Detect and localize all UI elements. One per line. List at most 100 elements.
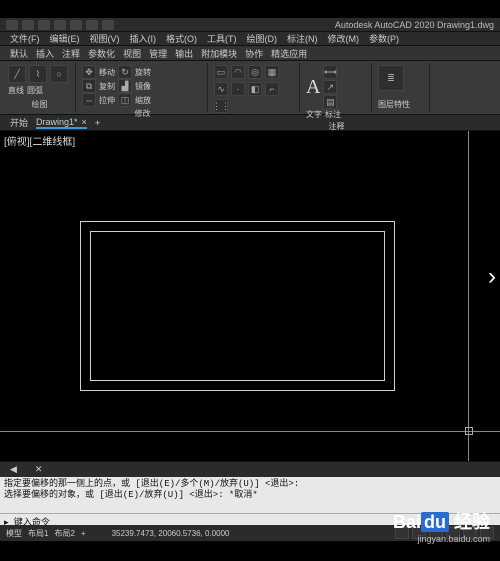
move-icon[interactable]: ✥ <box>82 65 96 79</box>
menu-edit[interactable]: 编辑(E) <box>50 32 80 45</box>
rotate-label: 旋转 <box>135 67 151 78</box>
copy-label: 复制 <box>99 81 115 92</box>
tab-default[interactable]: 默认 <box>10 47 28 60</box>
scale-icon[interactable]: ◫ <box>118 93 132 107</box>
tab-drawing1-label: Drawing1* <box>36 117 78 127</box>
rotate-icon[interactable]: ↻ <box>118 65 132 79</box>
tab-close-icon[interactable]: × <box>82 117 87 127</box>
tab-drawing1[interactable]: Drawing1* × <box>36 117 87 129</box>
menu-insert[interactable]: 插入(I) <box>130 32 157 45</box>
dim-linear-icon[interactable]: ⟷ <box>323 65 337 79</box>
fillet-icon[interactable]: ⌐ <box>265 82 279 96</box>
stretch-icon[interactable]: ⇔ <box>82 93 96 107</box>
menu-param[interactable]: 参数(P) <box>369 32 399 45</box>
panel-layer: ≣ 图层特性 <box>374 63 430 112</box>
status-coords: 35239.7473, 20060.5736, 0.0000 <box>112 529 230 538</box>
scale-label: 缩放 <box>135 95 151 106</box>
dim-label: 标注 <box>325 109 341 120</box>
tab-add-icon[interactable]: + <box>95 118 100 128</box>
text-tool-icon[interactable]: A <box>306 76 320 99</box>
menu-tools[interactable]: 工具(T) <box>207 32 237 45</box>
cmd-line-1: 指定要偏移的那一侧上的点，或 [退出(E)/多个(M)/放弃(U)] <退出>: <box>4 479 496 490</box>
next-arrow-icon[interactable]: › <box>488 263 496 291</box>
panel-annotate: A ⟷ ↗ ▤ 文字 标注 注释 <box>302 63 372 112</box>
layout-arrow-left-icon[interactable]: ◀ <box>10 464 17 475</box>
hatch-icon[interactable]: ▦ <box>265 65 279 79</box>
panel-draw: ╱ ⌇ ○ 直线 圆弧 绘图 <box>4 63 76 112</box>
mirror-label: 镜像 <box>135 81 151 92</box>
circle-tool-icon[interactable]: ○ <box>50 65 68 83</box>
qat-saveas-icon[interactable] <box>54 20 66 30</box>
region-icon[interactable]: ◧ <box>248 82 262 96</box>
mirror-icon[interactable]: ▟ <box>118 79 132 93</box>
copy-icon[interactable]: ⧉ <box>82 79 96 93</box>
panel-draw-label: 绘图 <box>8 98 71 110</box>
panel-shapes: ▭ ◠ ◎ ▦ ∿ · ◧ ⌐ ⋮⋮ <box>210 63 300 112</box>
cmd-prompt-icon: ▸ <box>4 518 14 528</box>
tab-addins[interactable]: 附加模块 <box>201 47 237 60</box>
layer-props-icon[interactable]: ≣ <box>378 65 404 91</box>
polyline-tool-icon[interactable]: ⌇ <box>29 65 47 83</box>
point-icon[interactable]: · <box>231 82 245 96</box>
tab-view[interactable]: 视图 <box>123 47 141 60</box>
wm-du: du <box>421 512 449 532</box>
tab-start-label: 开始 <box>10 116 28 129</box>
menu-file[interactable]: 文件(F) <box>10 32 40 45</box>
arc-label: 圆弧 <box>27 85 43 96</box>
menubar: 文件(F) 编辑(E) 视图(V) 插入(I) 格式(O) 工具(T) 绘图(D… <box>0 32 500 46</box>
table-icon[interactable]: ▤ <box>323 95 337 109</box>
status-layout1-tab[interactable]: 布局1 <box>28 528 48 539</box>
status-add-icon[interactable]: + <box>81 529 86 538</box>
line-tool-icon[interactable]: ╱ <box>8 65 26 83</box>
tab-parametric[interactable]: 参数化 <box>88 47 115 60</box>
arc-icon[interactable]: ◠ <box>231 65 245 79</box>
menu-view[interactable]: 视图(V) <box>90 32 120 45</box>
menu-modify[interactable]: 修改(M) <box>328 32 360 45</box>
tab-output[interactable]: 输出 <box>175 47 193 60</box>
layout-close-icon[interactable]: ✕ <box>35 464 43 475</box>
stretch-label: 拉伸 <box>99 95 115 106</box>
tab-collab[interactable]: 协作 <box>245 47 263 60</box>
qat-undo-icon[interactable] <box>86 20 98 30</box>
tab-annotate[interactable]: 注释 <box>62 47 80 60</box>
cmd-prompt-label: 键入命令 <box>14 518 50 528</box>
view-label[interactable]: [俯视][二维线框] <box>4 133 75 148</box>
menu-format[interactable]: 格式(O) <box>166 32 197 45</box>
text-label: 文字 <box>306 109 322 120</box>
crosshair-vertical <box>468 131 469 461</box>
array-icon[interactable]: ⋮⋮ <box>214 99 228 113</box>
cmd-line-2: 选择要偏移的对象，或 [退出(E)/放弃(U)] <退出>: *取消* <box>4 490 496 501</box>
tab-insert[interactable]: 插入 <box>36 47 54 60</box>
tab-manage[interactable]: 管理 <box>149 47 167 60</box>
tab-start[interactable]: 开始 <box>10 116 28 129</box>
panel-modify: ✥移动 ↻旋转 ⧉复制 ▟镜像 ⇔拉伸 ◫缩放 修改 <box>78 63 208 112</box>
leader-icon[interactable]: ↗ <box>323 80 337 94</box>
drawing-canvas[interactable]: [俯视][二维线框] <box>0 131 500 461</box>
qat-redo-icon[interactable] <box>102 20 114 30</box>
qat-save-icon[interactable] <box>38 20 50 30</box>
spline-icon[interactable]: ∿ <box>214 82 228 96</box>
titlebar: Autodesk AutoCAD 2020 Drawing1.dwg <box>0 18 500 32</box>
wm-url: jingyan.baidu.com <box>393 534 490 544</box>
qat-new-icon[interactable] <box>6 20 18 30</box>
tab-featured[interactable]: 精选应用 <box>271 47 307 60</box>
ellipse-icon[interactable]: ◎ <box>248 65 262 79</box>
watermark: Baidu 经验 jingyan.baidu.com <box>393 508 490 544</box>
layer-props-label: 图层特性 <box>378 99 425 110</box>
rect-icon[interactable]: ▭ <box>214 65 228 79</box>
menu-draw[interactable]: 绘图(D) <box>247 32 278 45</box>
pickbox-icon <box>465 427 473 435</box>
status-layout2-tab[interactable]: 布局2 <box>54 528 74 539</box>
ribbon-tabstrip: 默认 插入 注释 参数化 视图 管理 输出 附加模块 协作 精选应用 <box>0 46 500 61</box>
wm-bai: Bai <box>393 512 421 532</box>
quick-access-toolbar <box>6 20 114 30</box>
layout-bar: ◀ ✕ <box>0 461 500 477</box>
panel-modify-label: 修改 <box>82 107 203 119</box>
rectangle-inner[interactable] <box>90 231 385 381</box>
qat-open-icon[interactable] <box>22 20 34 30</box>
menu-dim[interactable]: 标注(N) <box>287 32 318 45</box>
document-tabs: 开始 Drawing1* × + <box>0 115 500 131</box>
qat-plot-icon[interactable] <box>70 20 82 30</box>
status-model-tab[interactable]: 模型 <box>6 528 22 539</box>
move-label: 移动 <box>99 67 115 78</box>
